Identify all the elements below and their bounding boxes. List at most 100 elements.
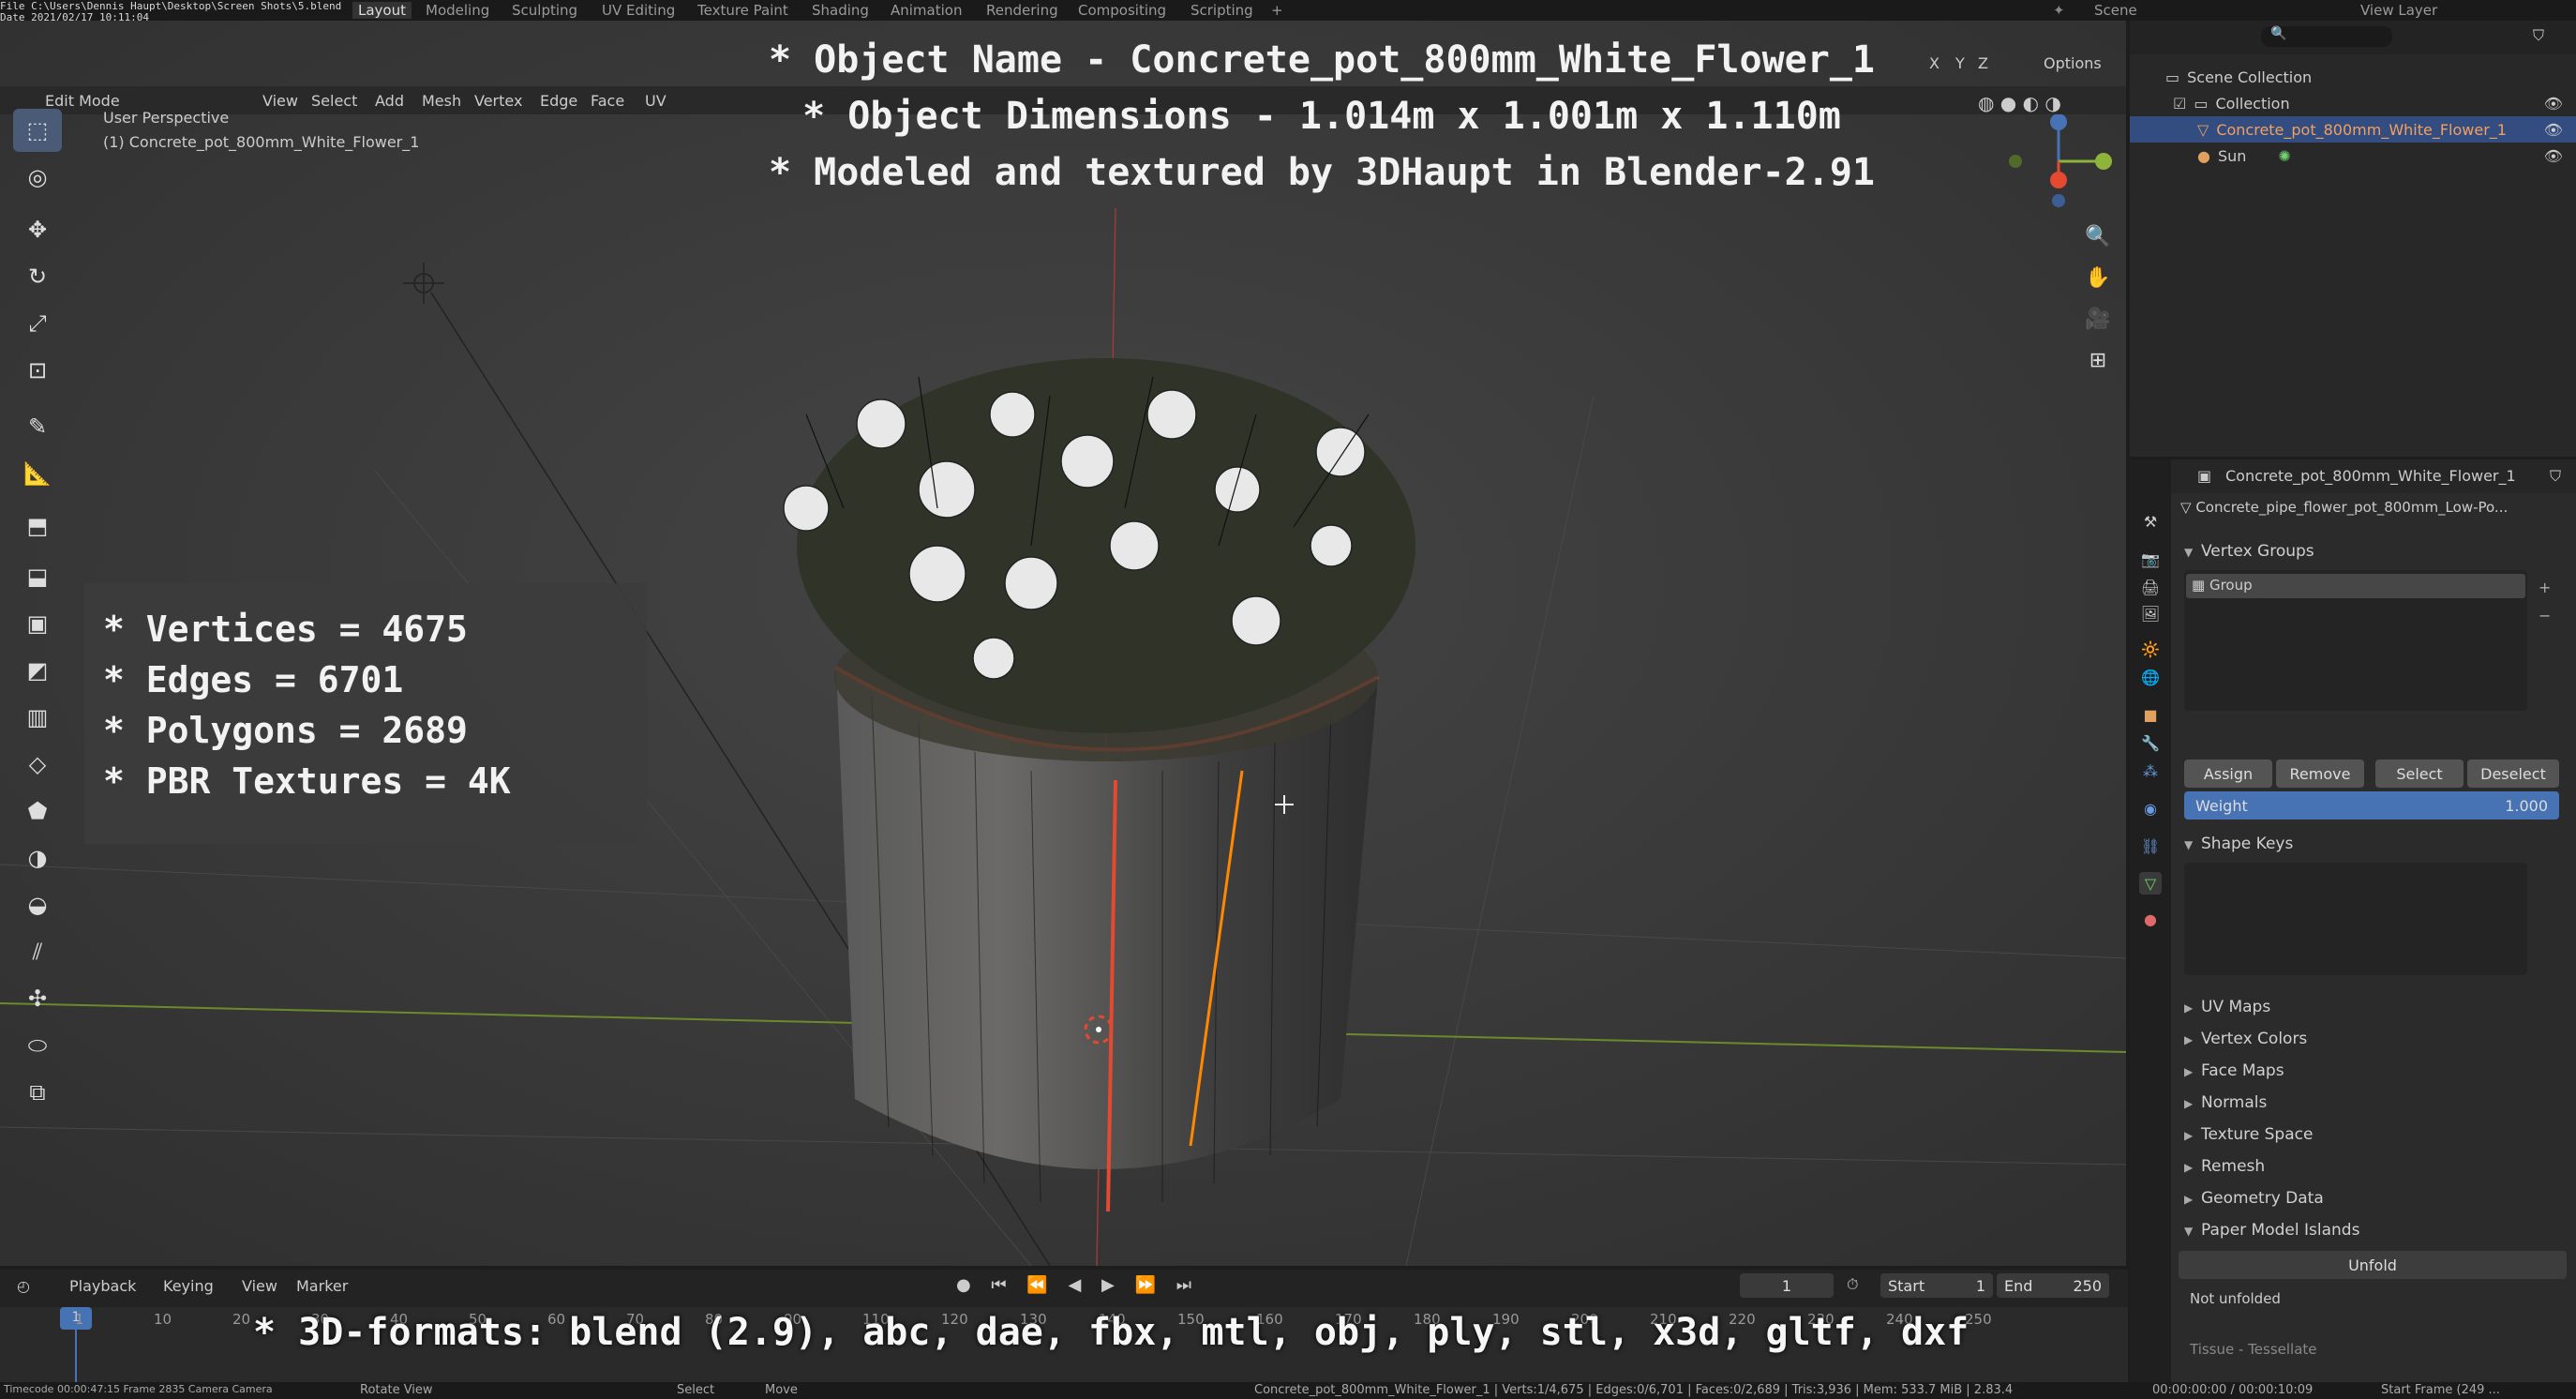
extrude-tool-icon[interactable]: ⬓ (13, 555, 62, 598)
uv-maps-header[interactable]: ▶ UV Maps (2184, 998, 2270, 1016)
spin-tool-icon[interactable]: ◑ (13, 836, 62, 880)
marker-menu[interactable]: Marker (296, 1277, 348, 1295)
outliner-search-input[interactable]: 🔍 (2261, 26, 2392, 47)
select-box-tool-icon[interactable]: ⬚ (13, 109, 62, 152)
inset-tool-icon[interactable]: ▣ (13, 602, 62, 645)
weight-slider[interactable]: Weight 1.000 (2184, 791, 2559, 820)
rip-tool-icon[interactable]: ⧉ (13, 1071, 62, 1114)
remove-button[interactable]: Remove (2276, 760, 2364, 788)
menu-mesh[interactable]: Mesh (422, 92, 461, 110)
camera-view-icon[interactable]: 🎥 (2079, 300, 2117, 338)
transform-tool-icon[interactable]: ⊡ (13, 349, 62, 392)
zoom-icon[interactable]: 🔍 (2079, 218, 2117, 255)
constraints-tab-icon[interactable]: ⛓ (2139, 835, 2162, 857)
playback-controls[interactable]: ● ⏮ ⏪ ◀ ▶ ⏩ ⏭ (956, 1275, 1199, 1295)
menu-edge[interactable]: Edge (540, 92, 577, 110)
scene-tab-icon[interactable]: 🔆 (2139, 638, 2162, 660)
tab-animation[interactable]: Animation (891, 2, 962, 19)
editor-type-icon[interactable]: ◴ (17, 1277, 30, 1295)
outliner-row-scene-collection[interactable]: ▭ Scene Collection (2130, 64, 2576, 90)
tab-shading[interactable]: Shading (812, 2, 869, 19)
mesh-data-tab-icon[interactable]: ▽ (2139, 872, 2162, 895)
tab-rendering[interactable]: Rendering (986, 2, 1058, 19)
paper-model-islands-header[interactable]: ▼ Paper Model Islands (2184, 1221, 2359, 1240)
vertex-groups-header[interactable]: ▼ Vertex Groups (2184, 542, 2314, 561)
rotate-tool-icon[interactable]: ↻ (13, 255, 62, 298)
checkbox-icon[interactable]: ☑ (2173, 95, 2186, 113)
material-tab-icon[interactable]: ● (2139, 908, 2162, 930)
face-maps-header[interactable]: ▶ Face Maps (2184, 1061, 2284, 1080)
filter-icon[interactable]: ⛉ (2533, 26, 2544, 45)
modifier-tab-icon[interactable]: 🔧 (2139, 731, 2162, 754)
options-dropdown[interactable]: Options (2044, 54, 2102, 72)
vertex-group-item[interactable]: ▦ Group (2186, 574, 2525, 598)
menu-select[interactable]: Select (311, 92, 357, 110)
ortho-grid-icon[interactable]: ⊞ (2079, 341, 2117, 379)
loop-cut-tool-icon[interactable]: ▥ (13, 696, 62, 739)
view-menu[interactable]: View (242, 1277, 277, 1295)
tab-modeling[interactable]: Modeling (426, 2, 489, 19)
annotate-tool-icon[interactable]: ✎ (13, 405, 62, 448)
tab-sculpting[interactable]: Sculpting (512, 2, 577, 19)
assign-button[interactable]: Assign (2184, 760, 2272, 788)
menu-view[interactable]: View (262, 92, 298, 110)
3d-viewport[interactable]: Edit Mode View Select Add Mesh Vertex Ed… (0, 21, 2126, 1266)
select-button[interactable]: Select (2375, 760, 2464, 788)
tool-tab-icon[interactable]: ⚒ (2139, 510, 2162, 533)
edge-slide-tool-icon[interactable]: ⫽ (13, 930, 62, 973)
unfold-button[interactable]: Unfold (2179, 1251, 2567, 1279)
pan-hand-icon[interactable]: ✋ (2079, 259, 2117, 296)
shrink-fatten-tool-icon[interactable]: ✣ (13, 977, 62, 1020)
pin-icon[interactable]: ⛉ (2550, 467, 2561, 486)
shape-keys-header[interactable]: ▼ Shape Keys (2184, 835, 2293, 853)
keying-menu[interactable]: Keying (163, 1277, 214, 1295)
view-layer-tab-icon[interactable]: 🖼 (2139, 602, 2162, 624)
end-frame-field[interactable]: End 250 (1997, 1273, 2109, 1298)
outliner-row-concrete-pot[interactable]: ▽ Concrete_pot_800mm_White_Flower_1 👁 (2130, 116, 2576, 143)
visibility-eye-icon[interactable]: 👁 (2544, 95, 2563, 113)
object-tab-icon[interactable]: ■ (2139, 703, 2162, 726)
tab-uv-editing[interactable]: UV Editing (602, 2, 675, 19)
geometry-data-header[interactable]: ▶ Geometry Data (2184, 1189, 2324, 1208)
view-layer-label[interactable]: View Layer (2360, 2, 2437, 19)
scene-label[interactable]: Scene (2094, 2, 2137, 19)
particles-tab-icon[interactable]: ⁂ (2139, 760, 2162, 782)
start-frame-field[interactable]: Start 1 (1880, 1273, 1993, 1298)
list-controls[interactable]: + − (2539, 574, 2551, 630)
scale-tool-icon[interactable]: ⤢ (13, 302, 62, 345)
clock-icon[interactable]: ⏱ (1847, 1275, 1858, 1294)
outliner-row-collection[interactable]: ☑ ▭ Collection 👁 (2130, 90, 2576, 116)
move-tool-icon[interactable]: ✥ (13, 208, 62, 251)
output-tab-icon[interactable]: 🖨 (2139, 576, 2162, 598)
tab-scripting[interactable]: Scripting (1191, 2, 1253, 19)
tab-texture-paint[interactable]: Texture Paint (697, 2, 788, 19)
smooth-tool-icon[interactable]: ◒ (13, 883, 62, 926)
cursor-tool-icon[interactable]: ◎ (13, 156, 62, 199)
tab-compositing[interactable]: Compositing (1078, 2, 1166, 19)
mode-dropdown[interactable]: Edit Mode (45, 92, 120, 110)
add-workspace-button[interactable]: + (1271, 2, 1283, 19)
mesh-datablock-field[interactable]: ▽ Concrete_pipe_flower_pot_800mm_Low-Po.… (2180, 499, 2565, 523)
vertex-colors-header[interactable]: ▶ Vertex Colors (2184, 1030, 2307, 1048)
tab-layout[interactable]: Layout (352, 2, 412, 19)
physics-tab-icon[interactable]: ◉ (2139, 797, 2162, 820)
knife-tool-icon[interactable]: ◇ (13, 743, 62, 786)
normals-header[interactable]: ▶ Normals (2184, 1093, 2267, 1112)
shear-tool-icon[interactable]: ⬭ (13, 1024, 62, 1067)
visibility-eye-icon[interactable]: 👁 (2544, 121, 2563, 139)
menu-vertex[interactable]: Vertex (474, 92, 522, 110)
world-tab-icon[interactable]: 🌐 (2139, 666, 2162, 688)
add-cube-tool-icon[interactable]: ⬒ (13, 504, 62, 548)
outliner-row-sun[interactable]: ● Sun ✺ 👁 (2130, 143, 2576, 169)
deselect-button[interactable]: Deselect (2467, 760, 2559, 788)
poly-build-tool-icon[interactable]: ⬟ (13, 790, 62, 833)
visibility-eye-icon[interactable]: 👁 (2544, 147, 2563, 165)
measure-tool-icon[interactable]: 📐 (13, 452, 62, 495)
remesh-header[interactable]: ▶ Remesh (2184, 1157, 2265, 1176)
playback-menu[interactable]: Playback (69, 1277, 136, 1295)
menu-add[interactable]: Add (375, 92, 404, 110)
render-tab-icon[interactable]: 📷 (2139, 548, 2162, 570)
bevel-tool-icon[interactable]: ◩ (13, 649, 62, 692)
texture-space-header[interactable]: ▶ Texture Space (2184, 1125, 2313, 1144)
current-frame-field[interactable]: 1 (1740, 1273, 1834, 1298)
